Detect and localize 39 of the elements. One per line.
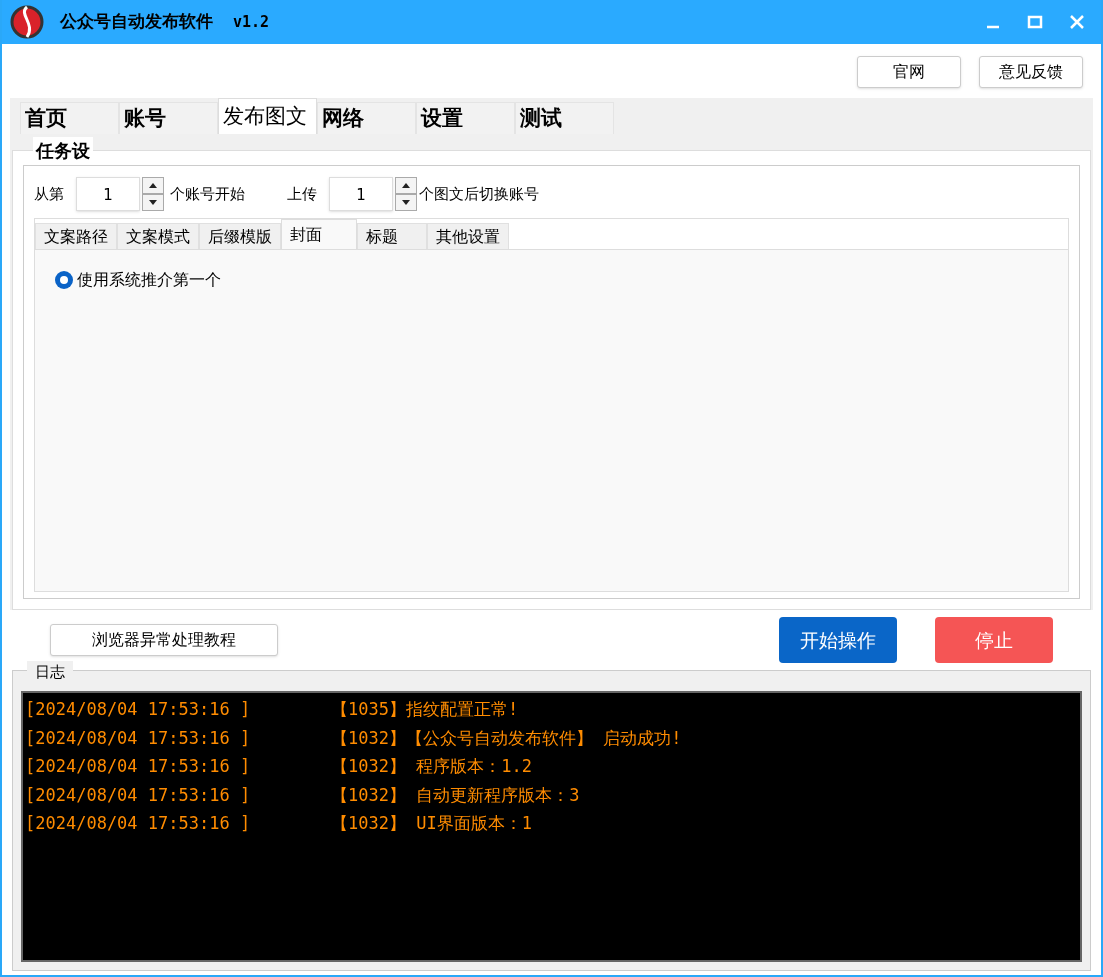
spin-buttons[interactable]	[142, 177, 164, 211]
tab[interactable]: 首页	[20, 102, 119, 134]
radio-label: 使用系统推介第一个	[77, 269, 221, 291]
sub-tab[interactable]: 文案模式	[117, 223, 199, 249]
top-button[interactable]: 官网	[857, 56, 961, 88]
start-label: 从第	[34, 183, 64, 205]
tab[interactable]: 发布图文	[218, 98, 317, 134]
sub-tab[interactable]: 其他设置	[427, 223, 509, 249]
log-message: 【1035】指纹配置正常!	[331, 698, 519, 721]
logo-icon	[8, 4, 46, 40]
start-button[interactable]: 开始操作	[779, 617, 897, 663]
start-field[interactable]: 1	[76, 177, 140, 211]
top-button[interactable]: 意见反馈	[979, 56, 1083, 88]
sub-tab[interactable]: 封面	[281, 219, 357, 249]
spin-buttons[interactable]	[395, 177, 417, 211]
upload-field[interactable]: 1	[329, 177, 393, 211]
start-suffix: 个账号开始	[170, 183, 245, 205]
log-timestamp: [2024/08/04 17:53:16 ]	[25, 812, 252, 835]
tab[interactable]: 设置	[416, 102, 515, 134]
log-message: 【1032】 UI界面版本：1	[331, 812, 532, 835]
tab[interactable]: 账号	[119, 102, 218, 134]
tutorial-button[interactable]: 浏览器异常处理教程	[50, 624, 278, 656]
log-timestamp: [2024/08/04 17:53:16 ]	[25, 755, 252, 778]
radio-button[interactable]	[55, 271, 73, 289]
log-message: 【1032】 自动更新程序版本：3	[331, 783, 580, 807]
upload-suffix: 个图文后切换账号	[419, 183, 539, 205]
log-message: 【1032】 程序版本：1.2	[331, 755, 532, 778]
sub-tab[interactable]: 文案路径	[35, 223, 117, 249]
log-timestamp: [2024/08/04 17:53:16 ]	[25, 698, 252, 721]
version-label: v1.2	[233, 11, 270, 33]
tab[interactable]: 网络	[317, 102, 416, 134]
window-title: 公众号自动发布软件	[60, 10, 213, 34]
sub-tab[interactable]: 后缀模版	[199, 223, 281, 249]
log-message: 【1032】【公众号自动发布软件】 启动成功!	[331, 726, 682, 750]
log-timestamp: [2024/08/04 17:53:16 ]	[25, 783, 252, 807]
log-timestamp: [2024/08/04 17:53:16 ]	[25, 726, 252, 750]
tab[interactable]: 测试	[515, 102, 614, 134]
sub-tab[interactable]: 标题	[357, 223, 427, 249]
upload-label: 上传	[287, 183, 317, 205]
